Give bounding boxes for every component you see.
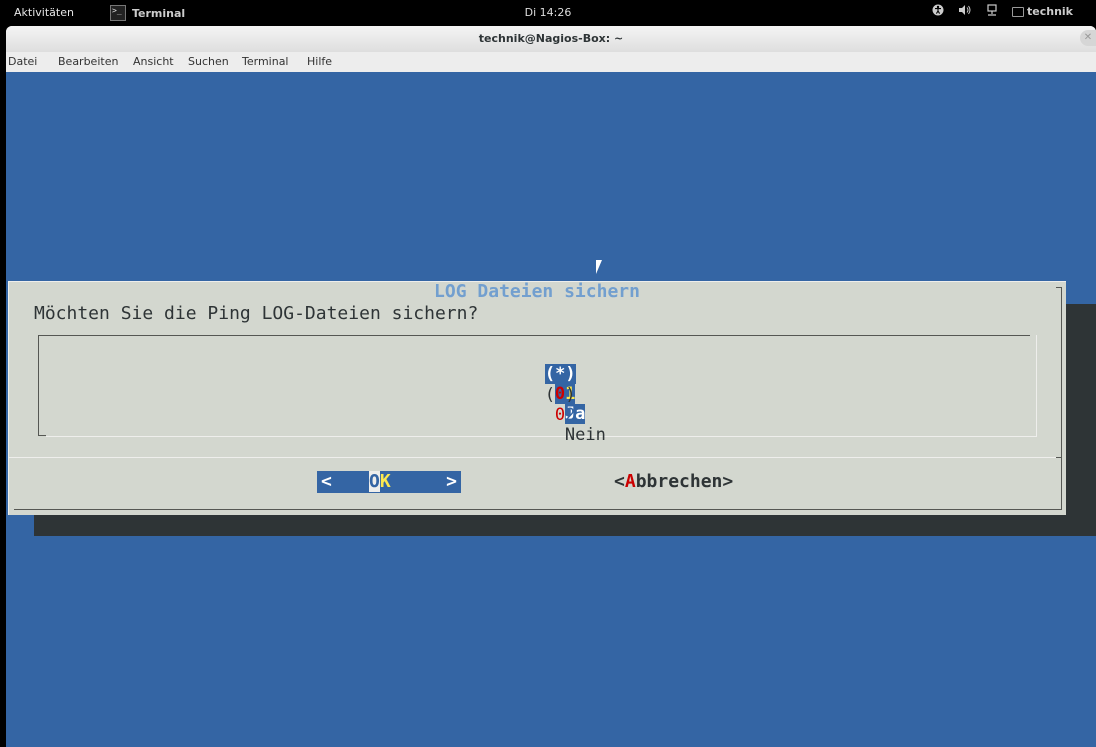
frame-right	[1061, 287, 1062, 509]
ok-button-hotkey: K	[379, 471, 391, 492]
list-frame-left	[38, 335, 39, 435]
terminal-area[interactable]: LOG Dateien sichern Möchten Sie die Ping…	[6, 72, 1096, 747]
network-icon[interactable]	[986, 4, 998, 19]
terminal-window: technik@Nagios-Box: ~ ✕ Datei Bearbeiten…	[6, 26, 1096, 747]
dialog-box: LOG Dateien sichern Möchten Sie die Ping…	[8, 281, 1066, 515]
menu-ansicht[interactable]: Ansicht	[133, 55, 174, 68]
cancel-button-label: bbrechen	[635, 471, 723, 492]
user-menu[interactable]: technik	[1012, 5, 1073, 18]
status-area: technik	[932, 4, 1073, 19]
top-panel: Aktivitäten >_ Terminal Di 14:26 technik	[0, 0, 1096, 26]
user-name: technik	[1027, 5, 1073, 18]
mouse-pointer-icon	[596, 260, 608, 274]
menu-terminal[interactable]: Terminal	[242, 55, 289, 68]
ok-button-right-bracket: >	[446, 471, 457, 492]
option-nein[interactable]: ( ) 02 Nein	[463, 365, 606, 465]
option-nein-label: Nein	[564, 425, 606, 445]
ok-button-cursor-letter: O	[369, 471, 380, 492]
cancel-button-open: <	[614, 471, 625, 492]
menu-hilfe[interactable]: Hilfe	[307, 55, 332, 68]
button-separator-tick	[1056, 457, 1062, 458]
cancel-button-close: >	[722, 471, 734, 492]
menu-datei[interactable]: Datei	[8, 55, 37, 68]
menubar: Datei Bearbeiten Ansicht Suchen Terminal…	[6, 52, 1096, 72]
accessibility-icon[interactable]	[932, 4, 944, 19]
option-nein-tag-rest: 2	[565, 405, 576, 425]
window-titlebar[interactable]: technik@Nagios-Box: ~ ✕	[6, 26, 1096, 52]
option-nein-tag-hotkey: 0	[554, 405, 566, 425]
frame-bottom	[14, 509, 1062, 510]
list-frame-bottom-tick	[38, 435, 46, 436]
window-title: technik@Nagios-Box: ~	[478, 32, 624, 45]
menu-suchen[interactable]: Suchen	[188, 55, 229, 68]
option-nein-tag: 02	[555, 405, 576, 425]
ok-button-label: OK	[369, 471, 391, 493]
frame-left-light	[8, 281, 9, 515]
close-icon[interactable]: ✕	[1080, 30, 1096, 46]
menu-bearbeiten[interactable]: Bearbeiten	[58, 55, 118, 68]
dialog-question: Möchten Sie die Ping LOG-Dateien sichern…	[34, 303, 479, 324]
cancel-button-hotkey: A	[624, 471, 636, 492]
volume-icon[interactable]	[958, 4, 972, 19]
ok-button-left-bracket: <	[321, 471, 332, 492]
list-frame-top	[38, 335, 1030, 336]
dialog-title: LOG Dateien sichern	[434, 281, 640, 302]
cancel-button[interactable]: <Abbrechen>	[614, 471, 733, 493]
user-status-icon	[1012, 6, 1024, 17]
ok-button[interactable]: < OK >	[317, 471, 461, 493]
button-separator-light	[8, 457, 1056, 458]
option-nein-marker: ( )	[544, 385, 576, 405]
list-frame-right-light	[1036, 335, 1037, 437]
